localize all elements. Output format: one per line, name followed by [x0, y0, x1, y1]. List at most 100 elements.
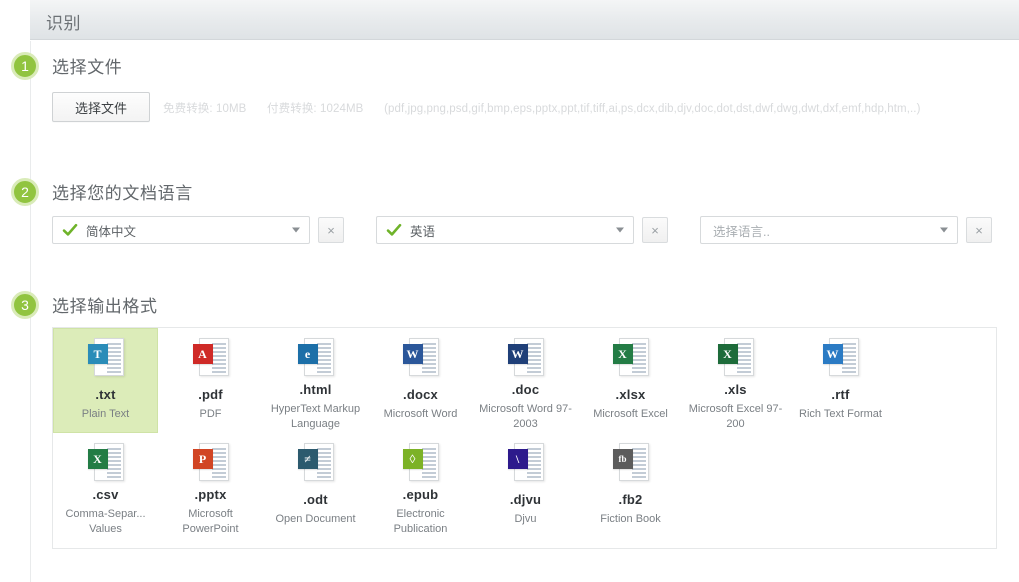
file-icon-djvu-icon: \	[508, 443, 544, 485]
format-description-label: Microsoft Word	[371, 407, 471, 422]
file-type-badge: W	[508, 344, 528, 364]
file-type-badge: W	[403, 344, 423, 364]
page-root: 识别 1 选择文件 选择文件 免费转换: 10MB 付费转换: 1024MB (…	[0, 0, 1019, 582]
section-title-choose-file: 选择文件	[52, 53, 122, 78]
format-tile-odt[interactable]: ≠ .odt Open Document	[263, 433, 368, 538]
file-icon-csv-icon: X	[88, 443, 124, 480]
file-type-badge: W	[823, 344, 843, 364]
language-clear-button-1[interactable]: ×	[318, 217, 344, 243]
step-badge-1: 1	[11, 52, 39, 80]
chevron-down-icon	[940, 228, 948, 233]
format-description-label: Open Document	[266, 512, 366, 527]
language-select-1[interactable]: 简体中文	[52, 216, 310, 244]
format-tile-pptx[interactable]: P.pptxMicrosoft PowerPoint	[158, 433, 263, 538]
app-header: 识别	[0, 0, 1019, 40]
language-group-3: 选择语言.. ×	[700, 216, 992, 244]
format-tile-xls[interactable]: X.xlsMicrosoft Excel 97-200	[683, 328, 788, 433]
file-icon-xlsx-icon: X	[613, 338, 649, 380]
language-clear-button-3[interactable]: ×	[966, 217, 992, 243]
file-sheet-lines	[527, 448, 541, 476]
format-extension-label: .epub	[403, 487, 439, 502]
format-tile-doc[interactable]: W.docMicrosoft Word 97-2003	[473, 328, 578, 433]
file-sheet-lines	[632, 448, 646, 476]
language-clear-button-2[interactable]: ×	[642, 217, 668, 243]
format-description-label: Fiction Book	[581, 512, 681, 527]
section-choose-file: 1 选择文件 选择文件 免费转换: 10MB 付费转换: 1024MB (pdf…	[0, 50, 1019, 130]
format-description-label: HyperText Markup Language	[266, 402, 366, 432]
choose-file-button[interactable]: 选择文件	[52, 92, 150, 122]
file-icon-pptx-icon: P	[193, 443, 229, 480]
hint-free-limit: 免费转换: 10MB	[163, 103, 246, 115]
format-extension-label: .odt	[303, 492, 328, 507]
format-extension-label: .fb2	[619, 492, 643, 507]
chevron-down-icon	[292, 228, 300, 233]
format-description-label: Comma-Separ... Values	[56, 507, 156, 537]
file-icon-fb2-icon: fb	[613, 443, 649, 485]
format-tile-docx[interactable]: W .docx Microsoft Word	[368, 328, 473, 433]
file-icon-txt-icon: T	[88, 338, 124, 380]
format-description-label: Plain Text	[56, 407, 156, 422]
format-extension-label: .pptx	[194, 487, 226, 502]
format-tile-rtf[interactable]: W.rtfRich Text Format	[788, 328, 893, 433]
hint-supported-formats: (pdf,jpg,png,psd,gif,bmp,eps,pptx,ppt,ti…	[384, 103, 920, 115]
format-tile-epub[interactable]: ◊ .epub Electronic Publication	[368, 433, 473, 538]
format-description-label: Microsoft Excel	[581, 407, 681, 422]
file-type-badge: X	[88, 449, 108, 469]
format-tile-html[interactable]: e .html HyperText Markup Language	[263, 328, 368, 433]
language-select-1-value: 简体中文	[86, 221, 136, 240]
format-tile-pdf[interactable]: A .pdf PDF	[158, 328, 263, 433]
file-size-hint: 免费转换: 10MB 付费转换: 1024MB (pdf,jpg,png,psd…	[163, 100, 921, 116]
language-select-3-value: 选择语言..	[713, 221, 770, 240]
format-extension-label: .xlsx	[616, 387, 646, 402]
step-badge-3: 3	[11, 291, 39, 319]
file-icon-epub-icon: ◊	[403, 443, 439, 480]
format-description-label: PDF	[161, 407, 261, 422]
format-extension-label: .rtf	[831, 387, 849, 402]
section-choose-language: 2 选择您的文档语言 简体中文 × 英语	[0, 176, 1019, 266]
file-sheet-lines	[422, 448, 436, 476]
chevron-down-icon	[616, 228, 624, 233]
file-type-badge: X	[613, 344, 633, 364]
format-panel: T .txt Plain Text A .pdf PDF e .html HyperText M…	[52, 327, 997, 549]
file-type-badge: T	[88, 344, 108, 364]
format-grid: T .txt Plain Text A .pdf PDF e .html HyperText M…	[53, 328, 996, 538]
file-type-badge: e	[298, 344, 318, 364]
hint-paid-limit: 付费转换: 1024MB	[267, 103, 363, 115]
file-sheet-lines	[107, 343, 121, 371]
format-tile-txt[interactable]: T .txt Plain Text	[53, 328, 158, 433]
format-description-label: Electronic Publication	[371, 507, 471, 537]
format-extension-label: .html	[299, 382, 331, 397]
page-title: 识别	[46, 9, 81, 34]
format-extension-label: .csv	[92, 487, 118, 502]
file-icon-odt-icon: ≠	[298, 443, 334, 485]
format-tile-djvu[interactable]: \ .djvu Djvu	[473, 433, 578, 538]
language-select-2-value: 英语	[410, 221, 435, 240]
file-icon-pdf-icon: A	[193, 338, 229, 380]
file-icon-xls-icon: X	[718, 338, 754, 375]
language-group-2: 英语 ×	[376, 216, 668, 244]
format-extension-label: .xls	[724, 382, 746, 397]
format-extension-label: .djvu	[510, 492, 541, 507]
check-icon	[386, 222, 402, 238]
format-tile-fb2[interactable]: fb .fb2 Fiction Book	[578, 433, 683, 538]
format-description-label: Djvu	[476, 512, 576, 527]
format-tile-csv[interactable]: X .csv Comma-Separ... Values	[53, 433, 158, 538]
file-type-badge: A	[193, 344, 213, 364]
file-sheet-lines	[317, 343, 331, 371]
language-select-2[interactable]: 英语	[376, 216, 634, 244]
format-tile-xlsx[interactable]: X .xlsx Microsoft Excel	[578, 328, 683, 433]
file-sheet-lines	[422, 343, 436, 371]
format-extension-label: .txt	[95, 387, 115, 402]
language-select-3[interactable]: 选择语言..	[700, 216, 958, 244]
file-type-badge: P	[193, 449, 213, 469]
file-icon-doc-icon: W	[508, 338, 544, 375]
format-extension-label: .pdf	[198, 387, 223, 402]
file-icon-html-icon: e	[298, 338, 334, 375]
file-sheet-lines	[632, 343, 646, 371]
file-sheet-lines	[842, 343, 856, 371]
format-extension-label: .docx	[403, 387, 438, 402]
format-description-label: Microsoft Word 97-2003	[476, 402, 576, 432]
file-type-badge: X	[718, 344, 738, 364]
language-group-1: 简体中文 ×	[52, 216, 344, 244]
file-type-badge: ≠	[298, 449, 318, 469]
